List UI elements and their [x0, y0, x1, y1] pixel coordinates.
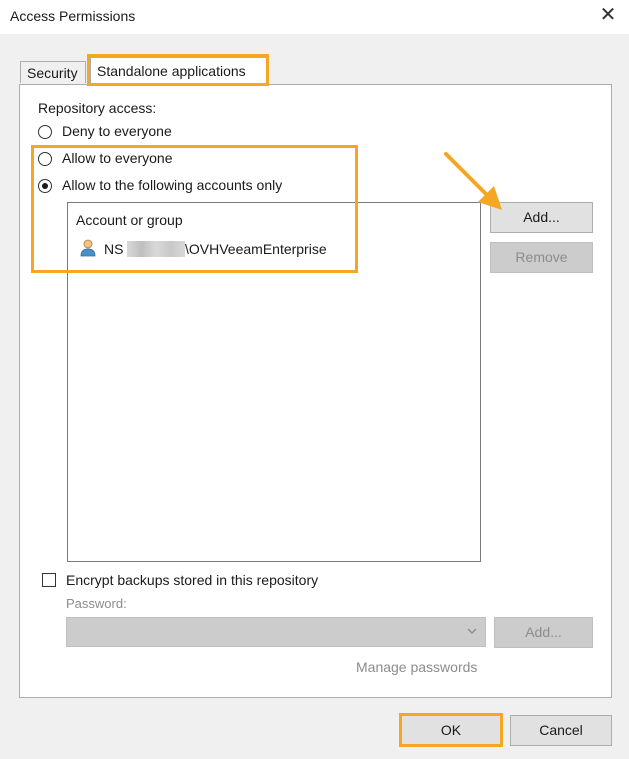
cancel-button[interactable]: Cancel — [510, 715, 612, 746]
ok-button[interactable]: OK — [400, 715, 502, 746]
password-label: Password: — [66, 596, 127, 611]
add-password-button[interactable]: Add... — [494, 617, 593, 648]
radio-deny-everyone[interactable] — [38, 125, 52, 139]
redacted-name-blur — [127, 241, 185, 257]
repository-access-label: Repository access: — [38, 100, 157, 116]
manage-passwords-link[interactable]: Manage passwords — [356, 659, 477, 675]
radio-deny-everyone-label[interactable]: Deny to everyone — [62, 123, 172, 139]
encrypt-backups-label[interactable]: Encrypt backups stored in this repositor… — [66, 572, 318, 588]
arrow-pointer-icon — [444, 152, 502, 210]
user-icon — [80, 239, 96, 257]
account-entry-prefix[interactable]: NS — [104, 241, 123, 257]
close-icon[interactable]: ✕ — [597, 4, 619, 26]
account-entry-suffix[interactable]: \OVHVeeamEnterprise — [185, 241, 327, 257]
radio-allow-following-accounts[interactable] — [38, 179, 52, 193]
accounts-column-header: Account or group — [76, 212, 183, 228]
radio-allow-following-accounts-label[interactable]: Allow to the following accounts only — [62, 177, 282, 193]
radio-allow-everyone-label[interactable]: Allow to everyone — [62, 150, 173, 166]
title-bar: Access Permissions ✕ — [0, 0, 629, 34]
password-combo[interactable] — [66, 617, 486, 647]
radio-allow-everyone[interactable] — [38, 152, 52, 166]
remove-account-button[interactable]: Remove — [490, 242, 593, 273]
chevron-down-icon — [465, 624, 479, 638]
window-title: Access Permissions — [10, 8, 136, 24]
tab-standalone-applications[interactable]: Standalone applications — [90, 57, 268, 85]
tab-security[interactable]: Security — [20, 61, 86, 83]
encrypt-backups-checkbox[interactable] — [42, 573, 56, 587]
